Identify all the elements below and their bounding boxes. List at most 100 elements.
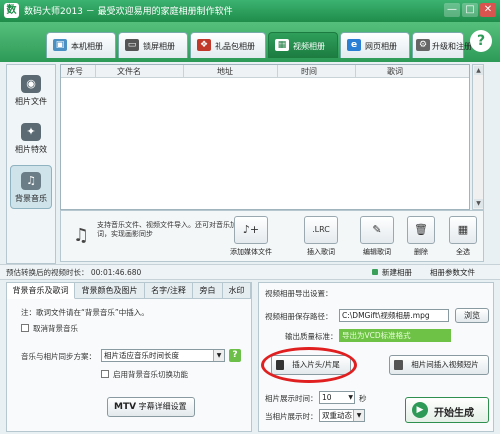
tab-lockscreen-album[interactable]: ▭ 锁屏相册 xyxy=(118,32,188,58)
photo-time-label: 相片展示时间： xyxy=(265,394,318,403)
tab-upgrade-register[interactable]: ⚙ 升级和注册 xyxy=(412,32,472,58)
trash-icon: 🗑 xyxy=(407,216,435,244)
sidebar-item-photo-files[interactable]: ◉ 相片文件 xyxy=(10,69,52,113)
select-all-icon: ▦ xyxy=(449,216,477,244)
duration-value: 00:01:46.680 xyxy=(90,268,142,277)
music-note-icon: ♫ xyxy=(73,225,90,246)
album-params-link[interactable]: 相册参数文件 xyxy=(430,267,475,278)
tab-gift-album[interactable]: ❖ 礼品包相册 xyxy=(190,32,266,58)
add-media-button[interactable]: ♪+ 添加媒体文件 xyxy=(221,216,281,258)
tab-background[interactable]: 背景颜色及图片 xyxy=(75,283,145,299)
tab-video-album[interactable]: ▦ 视频相册 xyxy=(268,32,338,58)
sync-help-icon[interactable]: ? xyxy=(229,349,241,362)
insert-video-clip-label: 相片间插入视频短片 xyxy=(411,360,479,369)
transition-label: 当相片展示时： xyxy=(265,412,318,421)
sync-mode-select[interactable]: 相片适应音乐时间长度 ▼ xyxy=(101,349,225,362)
app-logo-icon: 数 xyxy=(4,3,19,18)
tab-label: 锁屏相册 xyxy=(143,42,175,51)
insert-video-clip-button[interactable]: 相片间插入视频短片 xyxy=(389,355,489,375)
start-generate-label: 开始生成 xyxy=(434,408,474,419)
film-icon: ▦ xyxy=(275,39,289,51)
play-icon: ▶ xyxy=(412,402,428,418)
estimated-duration: 预估转换后的视频时长： 00:01:46.680 xyxy=(6,267,141,278)
new-album-link[interactable]: 新建相册 xyxy=(382,267,412,278)
output-format-label: 输出质量标准： xyxy=(285,332,338,341)
column-header-filename[interactable]: 文件名 xyxy=(117,66,141,77)
edit-lyrics-button[interactable]: ✎ 编辑歌词 xyxy=(349,216,405,258)
tab-web-album[interactable]: e 网页相册 xyxy=(340,32,410,58)
tool-label: 删除 xyxy=(414,248,428,256)
tab-label: 视频相册 xyxy=(293,42,325,51)
highlight-circle xyxy=(261,347,357,383)
side-nav: ◉ 相片文件 ✦ 相片特效 ♫ 背景音乐 xyxy=(6,64,56,264)
tab-name-notes[interactable]: 名字/注释 xyxy=(145,283,193,299)
tab-music-lyrics[interactable]: 背景音乐及歌词 xyxy=(7,283,75,299)
tool-label: 添加媒体文件 xyxy=(230,248,272,256)
start-generate-button[interactable]: ▶ 开始生成 xyxy=(405,397,489,423)
gear-icon: ⚙ xyxy=(416,39,430,51)
sidebar-item-label: 相片特效 xyxy=(15,145,47,154)
duration-label: 预估转换后的视频时长： xyxy=(6,268,89,277)
tab-watermark[interactable]: 水印 xyxy=(223,283,251,299)
close-button[interactable]: ✕ xyxy=(480,3,496,17)
table-header: 序号 文件名 地址 时间 歌词 xyxy=(61,65,469,78)
minimize-button[interactable]: — xyxy=(444,3,460,17)
sync-mode-value: 相片适应音乐时间长度 xyxy=(104,351,179,360)
video-clip-icon xyxy=(394,360,403,370)
table-scrollbar[interactable]: ▲ ▼ xyxy=(472,64,484,210)
mtv-button-label: 字幕详细设置 xyxy=(138,402,187,411)
cancel-music-label: 取消背景音乐 xyxy=(33,324,78,333)
music-switch-checkbox[interactable] xyxy=(101,370,109,378)
music-note-icon: ♫ xyxy=(21,172,41,190)
sidebar-item-photo-effects[interactable]: ✦ 相片特效 xyxy=(10,117,52,161)
save-path-input[interactable]: C:\DMGift\视频相册.mpg xyxy=(339,309,449,322)
edit-lyrics-icon: ✎ xyxy=(360,216,394,244)
column-header-lyrics[interactable]: 歌词 xyxy=(387,66,403,77)
export-settings-panel: 视频相册导出设置： 视频相册保存路径： C:\DMGift\视频相册.mpg 浏… xyxy=(258,282,494,432)
tab-label: 升级和注册 xyxy=(432,42,472,51)
window-title: 数码大师2013 － 最受欢迎易用的家庭相册制作软件 xyxy=(24,7,233,17)
output-format-select[interactable]: 导出为VCD标准格式 xyxy=(339,329,451,342)
transition-select[interactable]: 双重动态 ▼ xyxy=(319,409,365,422)
screen-icon: ▭ xyxy=(125,39,139,51)
tab-narration[interactable]: 旁白 xyxy=(193,283,223,299)
select-all-button[interactable]: ▦ 全选 xyxy=(443,216,483,258)
chevron-down-icon: ▼ xyxy=(213,350,224,361)
camera-icon: ◉ xyxy=(21,75,41,93)
maximize-button[interactable]: □ xyxy=(462,3,478,17)
browse-button[interactable]: 浏览 xyxy=(455,308,489,323)
cancel-music-checkbox[interactable] xyxy=(21,324,29,332)
column-header-time[interactable]: 时间 xyxy=(301,66,317,77)
sparkle-icon: ✦ xyxy=(21,123,41,141)
gift-icon: ❖ xyxy=(197,39,211,51)
scroll-down-arrow-icon[interactable]: ▼ xyxy=(474,199,483,208)
column-header-path[interactable]: 地址 xyxy=(217,66,233,77)
music-switch-label: 启用背景音乐切换功能 xyxy=(113,370,188,379)
scroll-up-arrow-icon[interactable]: ▲ xyxy=(474,66,483,75)
status-line: 预估转换后的视频时长： 00:01:46.680 新建相册 相册参数文件 xyxy=(0,264,500,280)
tool-label: 全选 xyxy=(456,248,470,256)
tab-local-album[interactable]: ▣ 本机相册 xyxy=(46,32,116,58)
main-tab-strip: ▣ 本机相册 ▭ 锁屏相册 ❖ 礼品包相册 ▦ 视频相册 e 网页相册 ⚙ 升级… xyxy=(0,22,500,62)
delete-button[interactable]: 🗑 删除 xyxy=(401,216,441,258)
sidebar-item-background-music[interactable]: ♫ 背景音乐 xyxy=(10,165,52,209)
monitor-icon: ▣ xyxy=(53,39,67,51)
chevron-down-icon: ▼ xyxy=(353,410,364,421)
insert-lyrics-button[interactable]: .LRC 插入歌词 xyxy=(293,216,349,258)
lrc-icon: .LRC xyxy=(304,216,338,244)
photo-time-input[interactable]: 10 ▼ xyxy=(319,391,355,404)
app-window: 数 数码大师2013 － 最受欢迎易用的家庭相册制作软件 — □ ✕ ▣ 本机相… xyxy=(0,0,500,434)
tab-label: 网页相册 xyxy=(365,42,397,51)
mtv-subtitle-settings-button[interactable]: MTV 字幕详细设置 xyxy=(107,397,195,417)
help-button[interactable]: ? xyxy=(470,30,492,52)
chevron-down-icon: ▼ xyxy=(348,394,353,401)
music-settings-panel: 背景音乐及歌词 背景颜色及图片 名字/注释 旁白 水印 注：歌词文件请在“背景音… xyxy=(6,282,252,432)
photo-time-value: 10 xyxy=(322,393,332,402)
media-file-table[interactable]: 序号 文件名 地址 时间 歌词 xyxy=(60,64,470,210)
transition-value: 双重动态 xyxy=(322,411,352,420)
save-path-label: 视频相册保存路径： xyxy=(265,312,333,321)
mtv-label: MTV xyxy=(114,402,137,412)
column-header-index[interactable]: 序号 xyxy=(67,66,83,77)
photo-time-unit: 秒 xyxy=(359,394,367,403)
tab-label: 礼品包相册 xyxy=(215,42,255,51)
